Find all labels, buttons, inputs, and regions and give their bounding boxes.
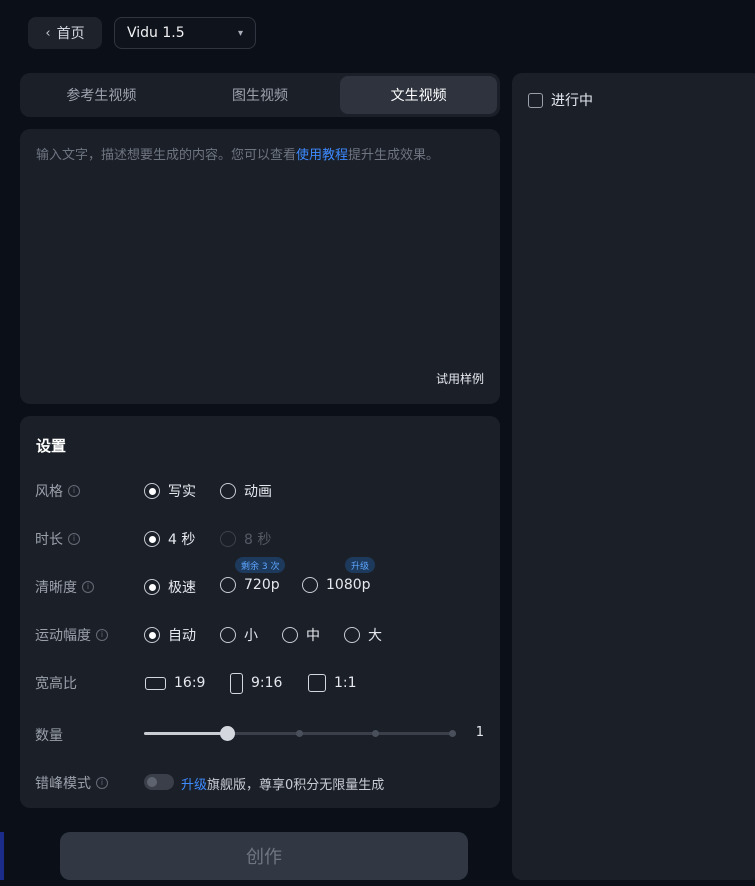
radio-icon [220,577,236,593]
tab-reference-video[interactable]: 参考生视频 [23,76,180,114]
radio-icon [144,531,160,547]
upgrade-badge[interactable]: 升级 [345,557,376,573]
remaining-badge: 剩余 3 次 [235,557,286,573]
in-progress-filter[interactable]: 进行中 [528,90,593,110]
style-label: 风格 i [35,481,80,501]
portrait-icon [230,672,243,694]
offpeak-upgrade-text: 升级旗舰版，尊享0积分无限量生成 [181,778,385,793]
upgrade-link[interactable]: 升级 [181,778,207,793]
duration-option-4s[interactable]: 4 秒 [144,529,195,549]
offpeak-label: 错峰模式 i [35,773,108,793]
radio-icon [220,627,236,643]
radio-icon [302,577,318,593]
resolution-option-720p[interactable]: 720p [220,577,280,593]
chevron-down-icon: ▾ [237,27,243,39]
mode-tabs: 参考生视频 图生视频 文生视频 [20,73,500,117]
slider-fill [144,732,227,735]
home-button[interactable]: ‹ 首页 [28,17,102,49]
aspect-option-9-16[interactable]: 9:16 [230,672,282,694]
prompt-placeholder: 输入文字，描述想要生成的内容。您可以查看使用教程提升生成效果。 [36,148,440,163]
side-edge [0,832,4,880]
model-select[interactable]: Vidu 1.5 ▾ [114,17,256,49]
settings-panel: 设置 风格 i 写实 动画 时长 i 4 秒 8 秒 剩余 3 次 升级 清晰度 i … [20,416,500,808]
style-option-anime[interactable]: 动画 [220,481,272,501]
slider-step [372,730,379,737]
aspect-label: 宽高比 [35,676,77,692]
quantity-slider[interactable] [144,726,456,741]
radio-icon [220,531,236,547]
tutorial-link[interactable]: 使用教程 [296,148,348,163]
home-label: 首页 [56,26,85,42]
radio-icon [282,627,298,643]
aspect-option-1-1[interactable]: 1:1 [308,674,357,692]
slider-step [296,730,303,737]
radio-icon [344,627,360,643]
motion-option-large[interactable]: 大 [344,625,382,645]
duration-label: 时长 i [35,529,80,549]
tab-text-video[interactable]: 文生视频 [340,76,498,114]
info-icon: i [68,485,80,497]
try-sample-button[interactable]: 试用样例 [436,370,484,387]
motion-label: 运动幅度 i [35,625,108,645]
motion-option-auto[interactable]: 自动 [144,625,196,645]
radio-icon [144,627,160,643]
offpeak-toggle[interactable] [144,774,174,790]
motion-option-medium[interactable]: 中 [282,625,320,645]
style-option-realistic[interactable]: 写实 [144,481,196,501]
checkbox-icon [528,92,543,108]
quantity-label: 数量 [35,728,63,744]
info-icon: i [96,629,108,641]
quantity-value: 1 [475,725,484,740]
radio-icon [220,483,236,499]
create-button[interactable]: 创作 [60,832,468,880]
duration-option-8s: 8 秒 [220,529,271,549]
landscape-icon [145,676,166,690]
radio-icon [144,483,160,499]
results-panel: 进行中 [512,73,755,880]
slider-handle[interactable] [220,726,235,741]
square-icon [308,674,326,692]
info-icon: i [96,777,108,789]
chevron-left-icon: ‹ [45,25,51,41]
resolution-option-1080p[interactable]: 1080p [302,577,371,593]
info-icon: i [68,533,80,545]
prompt-input[interactable]: 输入文字，描述想要生成的内容。您可以查看使用教程提升生成效果。 试用样例 [20,129,500,404]
slider-step [449,730,456,737]
resolution-option-fast[interactable]: 极速 [144,577,196,597]
motion-option-small[interactable]: 小 [220,625,258,645]
aspect-option-16-9[interactable]: 16:9 [145,675,205,691]
radio-icon [144,579,160,595]
model-value: Vidu 1.5 [127,25,185,41]
resolution-label: 清晰度 i [35,577,94,597]
tab-image-video[interactable]: 图生视频 [182,76,339,114]
info-icon: i [82,581,94,593]
settings-title: 设置 [36,437,67,455]
